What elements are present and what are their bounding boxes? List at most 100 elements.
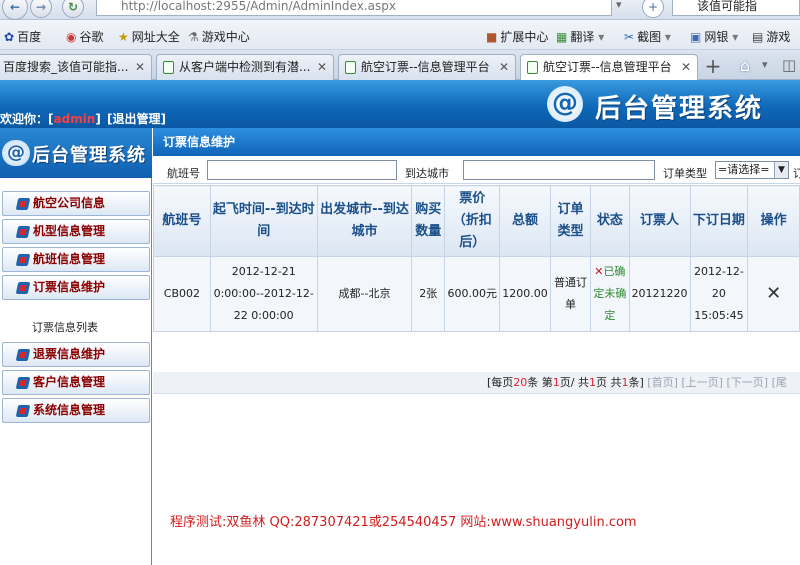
total-count: 1 xyxy=(621,376,629,389)
current-page: 1 xyxy=(552,376,560,389)
tab-strip: 百度搜索_该值可能指... ✕ 从客户端中检测到有潜... ✕ 航空订票--信息… xyxy=(0,50,800,80)
gamepad-icon: ⚗ xyxy=(188,30,199,44)
delete-icon[interactable]: ✕ xyxy=(747,256,800,332)
flight-number-input[interactable] xyxy=(207,160,397,180)
sidebar-item-system[interactable]: 系统信息管理 xyxy=(2,398,150,423)
column-header: 票价（折扣后） xyxy=(444,185,501,257)
order-type-select[interactable]: =请选择= ▼ xyxy=(715,161,789,179)
browser-tab[interactable]: 百度搜索_该值可能指... ✕ xyxy=(0,54,152,80)
back-button[interactable]: ← xyxy=(2,0,28,20)
toolbar-item[interactable]: ✂ 截图 ▾ xyxy=(624,28,671,45)
close-icon[interactable]: ✕ xyxy=(135,55,145,79)
home-icon[interactable]: ⌂ xyxy=(734,56,756,78)
sidebar-item-refund[interactable]: 退票信息维护 xyxy=(2,342,150,367)
cell-time: 2012-12-21 0:00:00--2012-12-22 0:00:00 xyxy=(209,256,318,332)
table-row[interactable]: CB002 2012-12-21 0:00:00--2012-12-22 0:0… xyxy=(153,256,800,332)
trash-icon[interactable]: ◫ xyxy=(782,56,798,76)
last-page-link[interactable]: [尾 xyxy=(772,376,787,389)
translate-icon: ▦ xyxy=(556,30,568,44)
app-header: 欢迎你：[admin] [退出管理] @ 后台管理系统 xyxy=(0,80,800,128)
cell-route: 成都--北京 xyxy=(316,256,413,332)
cell-flight: CB002 xyxy=(153,256,211,332)
bookmark-item[interactable]: ✿ 百度 xyxy=(4,28,41,45)
bookmark-item[interactable]: ★ 网址大全 xyxy=(118,28,180,45)
document-icon xyxy=(527,61,538,74)
cell-order-type: 普通订单 xyxy=(549,256,592,332)
game-icon: ▤ xyxy=(752,30,764,44)
bookmark-item[interactable]: ◉ 谷歌 xyxy=(66,28,104,45)
bank-icon: ▣ xyxy=(690,30,702,44)
order-type-label: 订单类型 xyxy=(663,167,707,180)
column-header: 航班号 xyxy=(153,185,211,257)
refresh-button[interactable]: ↻ xyxy=(62,0,84,18)
welcome-text: 欢迎你：[admin] [退出管理] xyxy=(0,112,167,126)
chevron-down-icon: ▼ xyxy=(774,162,788,178)
sidebar-item-airline[interactable]: 航空公司信息 xyxy=(2,191,150,216)
menu-icon xyxy=(15,405,31,417)
search-form: 航班号 到达城市 订单类型 =请选择= ▼ 订 xyxy=(153,156,800,184)
arrival-city-input[interactable] xyxy=(463,160,655,180)
address-bar[interactable]: http://localhost:2955/Admin/AdminIndex.a… xyxy=(96,0,612,16)
sidebar-item-booking[interactable]: 订票信息维护 xyxy=(2,275,150,300)
toolbar-item[interactable]: ▣ 网银 ▾ xyxy=(690,28,738,45)
dropdown-arrow-icon[interactable]: ▾ xyxy=(616,0,634,16)
close-icon[interactable]: ✕ xyxy=(499,55,509,79)
search-box[interactable]: 该值可能指 xyxy=(672,0,800,16)
browser-toolbar: ← → ↻ http://localhost:2955/Admin/AdminI… xyxy=(0,0,800,20)
sidebar-subitem-booking-list[interactable]: 订票信息列表 xyxy=(2,314,150,342)
toolbar-item[interactable]: ▤ 游戏 xyxy=(752,28,790,45)
prev-page-link[interactable]: [上一页] xyxy=(681,376,723,389)
per-page-count: 20 xyxy=(513,376,528,389)
paw-icon: ✿ xyxy=(4,30,15,44)
browser-tab-active[interactable]: 航空订票--信息管理平台 ✕ xyxy=(520,54,698,80)
flight-label: 航班号 xyxy=(167,167,200,180)
menu-icon xyxy=(15,349,31,361)
cube-icon: ■ xyxy=(486,30,498,44)
next-page-link[interactable]: [下一页] xyxy=(726,376,768,389)
table-header-row: 航班号 起飞时间--到达时间 出发城市--到达城市 购买数量 票价（折扣后） 总… xyxy=(153,185,800,257)
column-header: 操作 xyxy=(747,185,800,257)
city-label: 到达城市 xyxy=(405,167,449,180)
column-header: 购买数量 xyxy=(411,185,446,257)
cell-price: 600.00元 xyxy=(444,256,501,332)
credit-text: 程序测试:双鱼林 QQ:287307421或254540457 网站:www.s… xyxy=(170,515,637,530)
forward-button[interactable]: → xyxy=(30,0,52,18)
sidebar-item-customers[interactable]: 客户信息管理 xyxy=(2,370,150,395)
cell-booker: 20121220 xyxy=(628,256,691,332)
menu-icon xyxy=(15,198,31,210)
column-header: 状态 xyxy=(590,185,630,257)
status-unconfirmed-text: 未确定 xyxy=(604,287,627,322)
toolbar-item[interactable]: ▦ 翻译 ▾ xyxy=(556,28,604,45)
document-icon xyxy=(345,61,356,74)
column-header: 订单类型 xyxy=(549,185,592,257)
logout-link[interactable]: [退出管理] xyxy=(107,112,166,126)
star-icon: ★ xyxy=(118,30,129,44)
sidebar-item-flights[interactable]: 航班信息管理 xyxy=(2,247,150,272)
scissors-icon: ✂ xyxy=(624,30,635,44)
add-icon[interactable]: + xyxy=(642,0,664,18)
browser-tab[interactable]: 从客户端中检测到有潜... ✕ xyxy=(156,54,334,80)
browser-tab[interactable]: 航空订票--信息管理平台 ✕ xyxy=(338,54,516,80)
pagination: [每页20条 第1页/ 共1页 共1条] [首页] [上一页] [下一页] [尾 xyxy=(153,372,800,394)
sidebar-title: 后台管理系统 xyxy=(32,145,146,166)
column-header: 起飞时间--到达时间 xyxy=(209,185,318,257)
dropdown-arrow-icon[interactable]: ▾ xyxy=(762,58,768,71)
close-icon[interactable]: ✕ xyxy=(681,55,691,79)
bookmarks-bar: ✿ 百度 ◉ 谷歌 ★ 网址大全 ⚗ 游戏中心 ■ 扩展中心 ▦ 翻译 ▾ ✂ 截图 ▾ ▣ 网… xyxy=(0,20,800,50)
first-page-link[interactable]: [首页] xyxy=(647,376,678,389)
bookmark-item[interactable]: ⚗ 游戏中心 xyxy=(188,28,250,45)
main-panel: 订票信息维护 航班号 到达城市 订单类型 =请选择= ▼ 订 航班号 起飞时间-… xyxy=(153,128,800,565)
panel-title: 订票信息维护 xyxy=(153,128,800,156)
cell-order-date: 2012-12-20 15:05:45 xyxy=(689,256,749,332)
close-icon[interactable]: ✕ xyxy=(317,55,327,79)
toolbar-item[interactable]: ■ 扩展中心 xyxy=(486,28,548,45)
booking-table: 航班号 起飞时间--到达时间 出发城市--到达城市 购买数量 票价（折扣后） 总… xyxy=(153,185,800,332)
menu-icon xyxy=(15,254,31,266)
menu-icon xyxy=(15,226,31,238)
new-tab-button[interactable]: + xyxy=(702,56,724,78)
column-header: 出发城市--到达城市 xyxy=(316,185,413,257)
column-header: 下订日期 xyxy=(689,185,749,257)
sidebar-item-aircraft[interactable]: 机型信息管理 xyxy=(2,219,150,244)
sidebar-logo: @ 后台管理系统 xyxy=(0,128,152,178)
google-icon: ◉ xyxy=(66,30,77,44)
